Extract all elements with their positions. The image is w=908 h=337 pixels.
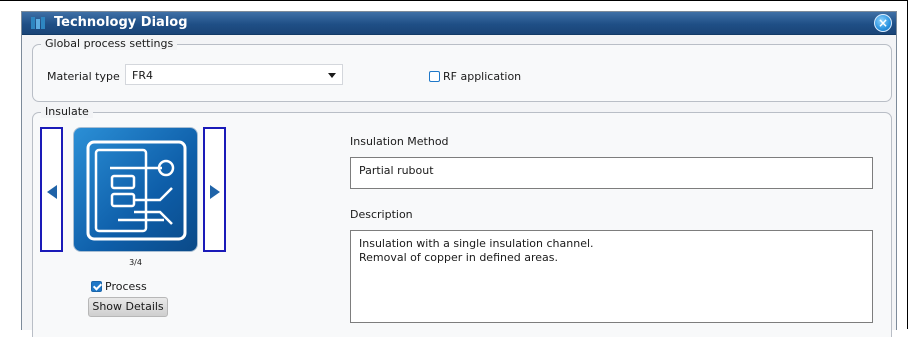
description-line: Removal of copper in defined areas. xyxy=(359,251,558,264)
description-line: Insulation with a single insulation chan… xyxy=(359,237,594,250)
global-settings-group: Global process settings Material type FR… xyxy=(32,37,892,102)
material-type-label: Material type xyxy=(47,70,120,83)
dialog-title: Technology Dialog xyxy=(54,15,188,30)
insulation-method-label: Insulation Method xyxy=(350,135,449,148)
process-checkbox[interactable] xyxy=(91,280,102,292)
description-field[interactable]: Insulation with a single insulation chan… xyxy=(350,230,873,323)
material-type-value: FR4 xyxy=(132,69,153,82)
show-details-button[interactable]: Show Details xyxy=(88,297,168,317)
process-option[interactable]: Process xyxy=(91,279,147,293)
process-counter: 3/4 xyxy=(129,258,142,267)
material-type-select[interactable]: FR4 xyxy=(125,64,343,85)
rf-application-option[interactable]: RF application xyxy=(429,69,521,83)
process-label: Process xyxy=(105,279,147,293)
arrow-left-icon xyxy=(47,185,57,199)
rf-application-checkbox[interactable] xyxy=(429,70,440,82)
insulation-method-field[interactable]: Partial rubout xyxy=(350,157,873,189)
pcb-icon xyxy=(86,140,187,241)
insulate-legend: Insulate xyxy=(41,105,93,118)
description-label: Description xyxy=(350,208,413,221)
process-illustration xyxy=(73,127,198,252)
rf-application-label: RF application xyxy=(443,69,522,83)
technology-dialog: Technology Dialog × Global process setti… xyxy=(21,11,897,337)
chevron-down-icon xyxy=(328,73,336,78)
previous-process-button[interactable] xyxy=(40,127,63,252)
app-logo-icon xyxy=(31,17,45,29)
global-settings-legend: Global process settings xyxy=(41,37,178,50)
arrow-right-icon xyxy=(210,185,220,199)
screen-frame: Technology Dialog × Global process setti… xyxy=(0,0,908,337)
next-process-button[interactable] xyxy=(203,127,226,252)
insulate-group: Insulate 3/4 Process Show Details Insula… xyxy=(32,105,892,337)
insulation-method-value: Partial rubout xyxy=(359,164,434,177)
title-bar[interactable]: Technology Dialog × xyxy=(22,12,896,35)
close-icon[interactable]: × xyxy=(874,14,892,32)
